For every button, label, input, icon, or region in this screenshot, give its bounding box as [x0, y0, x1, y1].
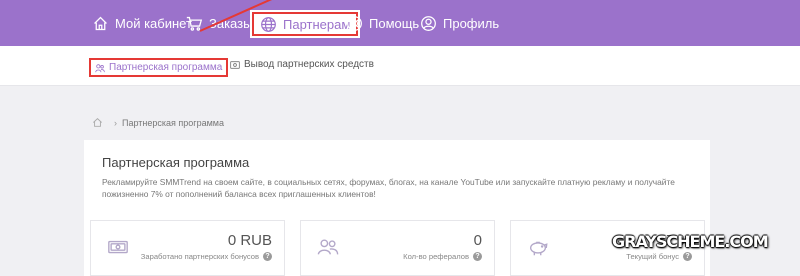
nav-item-help[interactable]: Помощь — [346, 10, 419, 36]
profile-icon — [421, 15, 436, 31]
stat-label: Текущий бонус — [626, 252, 679, 261]
stat-label-wrap: Заработано партнерских бонусов ? — [141, 252, 272, 261]
stat-card-referrals: 0 Кол-во рефералов ? — [300, 220, 495, 276]
watermark: GRAYSCHEME.COM — [612, 232, 769, 251]
nav-item-profile[interactable]: Профиль — [420, 10, 499, 36]
subnav-item-label: Партнерская программа — [109, 62, 223, 73]
breadcrumb-separator: › — [114, 117, 117, 128]
nav-item-label: Мой кабинет — [115, 15, 192, 31]
partner-program-card: Партнерская программа Рекламируйте SMMTr… — [84, 140, 710, 276]
help-question-icon[interactable]: ? — [473, 252, 482, 261]
money-icon — [230, 60, 240, 69]
banknote-icon — [108, 240, 128, 254]
users-icon — [95, 63, 105, 72]
piggy-bank-icon — [529, 241, 548, 256]
stat-label-wrap: Кол-во рефералов ? — [403, 252, 482, 261]
nav-item-my-cabinet[interactable]: Мой кабинет — [92, 10, 192, 36]
help-question-icon[interactable]: ? — [683, 252, 692, 261]
top-navigation: Мой кабинет Заказы Партнерам Помощь Проф… — [0, 0, 800, 46]
help-icon — [347, 15, 362, 31]
nav-item-label: Профиль — [443, 15, 500, 31]
nav-item-label: Партнерам — [283, 16, 351, 32]
program-description: Рекламируйте SMMTrend на своем сайте, в … — [102, 177, 675, 199]
page-title: Партнерская программа — [102, 155, 250, 170]
subnav-item-label: Вывод партнерских средств — [244, 59, 374, 70]
sub-navigation: Партнерская программа Вывод партнерских … — [0, 46, 800, 86]
stat-card-earned: 0 RUB Заработано партнерских бонусов ? — [90, 220, 285, 276]
stat-label: Кол-во рефералов — [403, 252, 469, 261]
breadcrumb: › Партнерская программа — [92, 117, 224, 128]
nav-item-partners[interactable]: Партнерам — [252, 12, 359, 36]
stat-value: 0 — [473, 232, 482, 249]
subnav-item-withdraw[interactable]: Вывод партнерских средств — [230, 59, 374, 70]
home-icon[interactable] — [92, 117, 103, 128]
nav-item-label: Помощь — [369, 15, 420, 31]
help-question-icon[interactable]: ? — [263, 252, 272, 261]
stat-label-wrap: Текущий бонус ? — [626, 252, 692, 261]
stat-value: 0 RUB — [227, 232, 272, 249]
home-icon — [94, 16, 107, 30]
stat-label: Заработано партнерских бонусов — [140, 252, 259, 261]
referrals-icon — [317, 239, 339, 255]
subnav-item-partner-program[interactable]: Партнерская программа — [89, 58, 229, 77]
globe-icon — [261, 16, 276, 32]
breadcrumb-current: Партнерская программа — [122, 117, 224, 128]
